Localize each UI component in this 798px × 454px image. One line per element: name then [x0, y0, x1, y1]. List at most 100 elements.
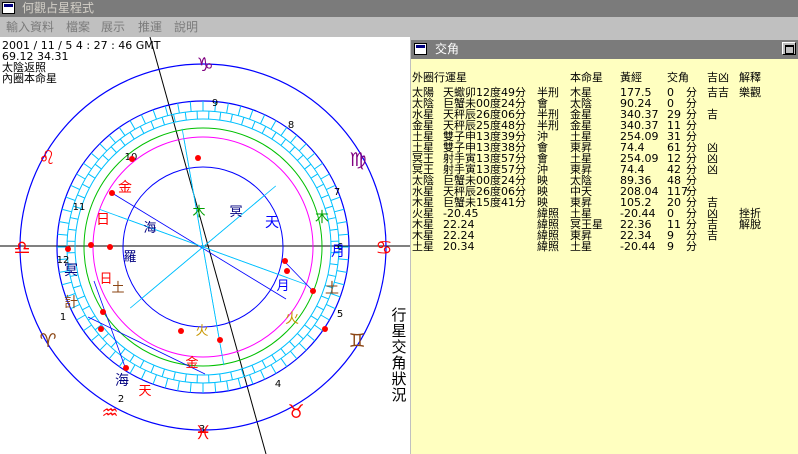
aspects-titlebar[interactable]: 交角 — [411, 40, 798, 59]
house-number: 1 — [60, 312, 66, 323]
tick-mark — [164, 105, 169, 116]
menu-progression[interactable]: 推運 — [138, 17, 162, 37]
tick-mark — [327, 274, 336, 277]
explanation: 解脫 — [739, 218, 761, 231]
tick-mark — [118, 127, 126, 136]
tick-mark — [290, 134, 298, 144]
tick-mark — [314, 324, 323, 332]
tick-mark — [280, 127, 288, 136]
planet-dot — [98, 326, 104, 332]
tick-mark — [280, 358, 288, 367]
planet-label-inner: 火 — [195, 324, 208, 339]
tick-mark — [152, 109, 157, 120]
tick-mark — [249, 109, 254, 120]
tick-mark — [61, 208, 72, 213]
tick-mark — [184, 112, 187, 121]
tick-mark — [70, 217, 79, 220]
tick-mark — [298, 342, 307, 351]
planet-dot — [123, 365, 129, 371]
fortune: 吉 — [707, 108, 718, 121]
tick-mark — [310, 173, 318, 179]
aries-icon: ♈ — [39, 330, 56, 352]
planet-dot — [107, 244, 113, 250]
tick-mark — [334, 208, 345, 213]
tick-mark — [230, 371, 233, 380]
tick-mark — [326, 304, 336, 310]
side-label-char: 況 — [391, 386, 407, 404]
planet-label-inner: 木 — [192, 205, 205, 220]
tick-mark — [99, 342, 108, 351]
planet-label-inner: 海 — [143, 221, 156, 236]
tick-mark — [59, 221, 70, 224]
house-number: 7 — [334, 187, 340, 198]
house-cusp-line — [183, 138, 223, 356]
tick-mark — [70, 184, 80, 190]
fortune: 凶 — [707, 163, 718, 176]
tick-mark — [99, 143, 108, 152]
header-longitude: 黃經 — [620, 71, 642, 84]
virgo-icon: ♍ — [349, 149, 366, 171]
leo-icon: ♌ — [38, 147, 55, 169]
planet-label-outer: 冥 — [64, 263, 78, 279]
app-titlebar[interactable]: 何觀占星程式 — [0, 0, 798, 17]
tick-mark — [289, 146, 296, 153]
tick-mark — [152, 374, 157, 385]
tick-mark — [251, 365, 256, 373]
menu-display[interactable]: 展示 — [101, 17, 125, 37]
tick-mark — [251, 121, 256, 129]
tick-mark — [298, 143, 307, 152]
tick-mark — [102, 154, 109, 161]
tick-mark — [102, 333, 109, 340]
tick-mark — [83, 162, 92, 170]
menu-bar: 輸入資料 檔案 展示 推運 說明 — [0, 17, 798, 37]
tick-mark — [82, 305, 90, 311]
tick-mark — [270, 364, 277, 374]
pisces-icon: ♓ — [194, 422, 211, 444]
orb-unit: 分 — [686, 240, 697, 253]
header-angle: 交角 — [667, 71, 689, 84]
planet-dot — [195, 155, 201, 161]
tick-mark — [304, 324, 312, 331]
tick-mark — [336, 270, 347, 273]
natal-point: 土星 — [570, 240, 592, 253]
tick-mark — [164, 378, 169, 389]
tick-mark — [189, 382, 192, 393]
tick-mark — [261, 360, 267, 368]
tick-mark — [108, 134, 116, 144]
tick-mark — [61, 281, 72, 286]
tick-mark — [320, 173, 330, 180]
planet-dot — [88, 242, 94, 248]
tick-mark — [241, 117, 245, 126]
tick-mark — [219, 373, 222, 382]
tick-mark — [249, 374, 254, 385]
menu-file[interactable]: 檔案 — [66, 17, 90, 37]
tick-mark — [108, 350, 116, 360]
aspect-status-label: 行星交角狀況 — [391, 307, 407, 403]
aspects-window[interactable]: 交角 外圈行運星 本命星 黃經 交角 吉凶 解釋 太陽 天蠍卯12度49分 半刑 木星… — [411, 40, 798, 454]
header-fortune: 吉凶 — [707, 71, 729, 84]
tick-mark — [119, 348, 126, 356]
tick-mark — [177, 380, 180, 391]
house-number: 4 — [275, 379, 281, 390]
side-label-char: 行 — [391, 306, 407, 324]
tick-mark — [320, 314, 330, 321]
tick-mark — [129, 364, 136, 374]
tick-mark — [184, 373, 187, 382]
tick-mark — [110, 146, 117, 153]
maximize-button[interactable] — [782, 42, 796, 55]
menu-help[interactable]: 說明 — [174, 17, 198, 37]
planet-label-outer: 土 — [325, 281, 339, 297]
planet-label-outer: 月 — [331, 244, 345, 260]
transit-position: 20.34 — [443, 240, 475, 253]
tick-mark — [297, 154, 304, 161]
tick-mark — [90, 152, 100, 160]
planet-label-outer: 海 — [115, 373, 129, 389]
header-explanation: 解釋 — [739, 71, 761, 84]
planet-label-outer: 金 — [118, 180, 132, 196]
tick-mark — [94, 163, 102, 170]
tick-mark — [57, 233, 68, 236]
fortune: 吉吉 — [707, 86, 729, 99]
menu-input-data[interactable]: 輸入資料 — [6, 17, 54, 37]
tick-mark — [177, 103, 180, 114]
orb: 9 — [667, 240, 674, 253]
